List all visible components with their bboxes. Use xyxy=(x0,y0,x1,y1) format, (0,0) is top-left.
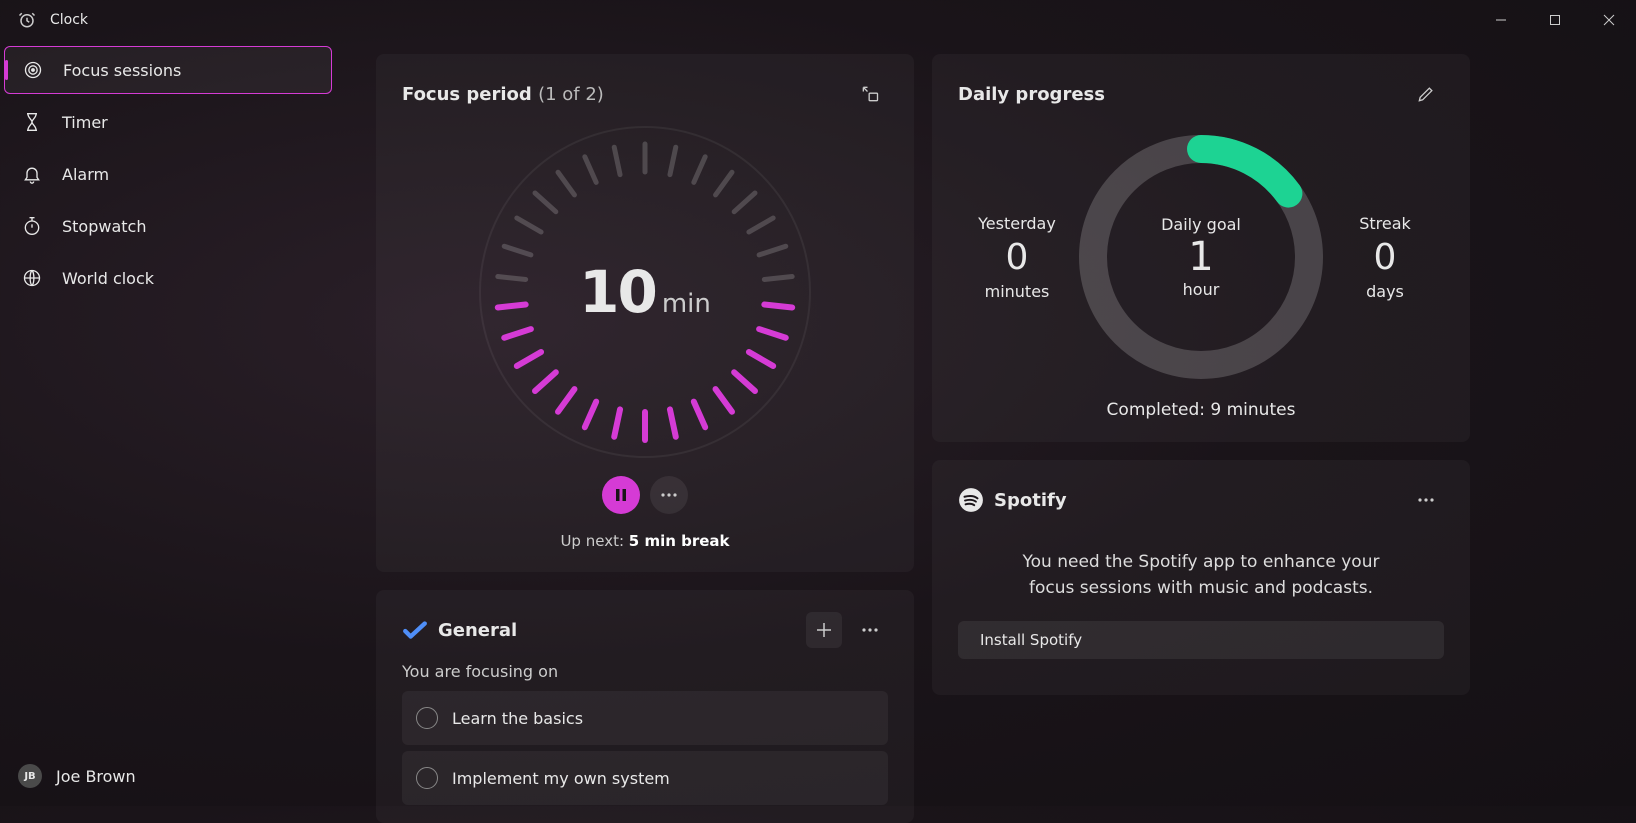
tasks-more-button[interactable] xyxy=(852,612,888,648)
spotify-card: Spotify You need the Spotify app to enha… xyxy=(932,460,1470,695)
more-icon xyxy=(862,628,878,632)
pause-button[interactable] xyxy=(602,476,640,514)
spotify-icon xyxy=(958,487,984,513)
sidebar-item-stopwatch[interactable]: Stopwatch xyxy=(4,202,332,250)
timer-unit: min xyxy=(662,289,711,319)
titlebar: Clock xyxy=(0,0,1636,40)
task-item[interactable]: Learn the basics xyxy=(402,691,888,745)
picture-in-picture-icon xyxy=(860,84,880,104)
avatar: JB xyxy=(18,764,42,788)
timer-dial: 10 min xyxy=(475,122,815,462)
sidebar-item-label: Alarm xyxy=(62,165,109,184)
stopwatch-icon xyxy=(22,216,42,236)
stat-yesterday: Yesterday 0 minutes xyxy=(958,214,1076,301)
more-icon xyxy=(1418,498,1434,502)
maximize-button[interactable] xyxy=(1528,0,1582,40)
add-task-button[interactable] xyxy=(806,612,842,648)
up-next: Up next: 5 min break xyxy=(402,532,888,550)
pencil-icon xyxy=(1416,84,1436,104)
sidebar-item-world-clock[interactable]: World clock xyxy=(4,254,332,302)
spotify-brand: Spotify xyxy=(994,490,1067,511)
focus-period-card: Focus period (1 of 2) 10 min xyxy=(376,54,914,572)
edit-progress-button[interactable] xyxy=(1408,76,1444,112)
pause-icon xyxy=(614,488,628,502)
window-controls xyxy=(1474,0,1636,40)
task-radio[interactable] xyxy=(416,707,438,729)
bell-icon xyxy=(22,164,42,184)
daily-progress-title: Daily progress xyxy=(958,84,1105,105)
main: Focus period (1 of 2) 10 min xyxy=(336,0,1636,806)
task-text: Implement my own system xyxy=(452,769,670,788)
sidebar-item-label: World clock xyxy=(62,269,154,288)
focusing-label: You are focusing on xyxy=(402,662,888,681)
more-options-button[interactable] xyxy=(650,476,688,514)
sidebar-item-focus-sessions[interactable]: Focus sessions xyxy=(4,46,332,94)
sidebar-item-timer[interactable]: Timer xyxy=(4,98,332,146)
sidebar-item-label: Timer xyxy=(62,113,108,132)
task-radio[interactable] xyxy=(416,767,438,789)
close-button[interactable] xyxy=(1582,0,1636,40)
focus-period-title: Focus period (1 of 2) xyxy=(402,84,604,105)
sidebar-item-alarm[interactable]: Alarm xyxy=(4,150,332,198)
task-item[interactable]: Implement my own system xyxy=(402,751,888,805)
app-title: Clock xyxy=(50,12,88,28)
timer-value: 10 xyxy=(579,258,656,326)
clock-app-icon xyxy=(18,11,36,29)
stat-streak: Streak 0 days xyxy=(1326,214,1444,301)
user-footer[interactable]: JB Joe Brown xyxy=(0,746,336,806)
spotify-more-button[interactable] xyxy=(1408,482,1444,518)
hourglass-icon xyxy=(22,112,42,132)
completed-text: Completed: 9 minutes xyxy=(958,400,1444,420)
sidebar-item-label: Focus sessions xyxy=(63,61,181,80)
user-name: Joe Brown xyxy=(56,767,136,786)
daily-progress-card: Daily progress Yesterday 0 minutes xyxy=(932,54,1470,442)
sidebar: Focus sessions Timer Alarm Stopwatch Wor… xyxy=(0,0,336,806)
minimize-button[interactable] xyxy=(1474,0,1528,40)
sidebar-item-label: Stopwatch xyxy=(62,217,146,236)
focus-icon xyxy=(23,60,43,80)
task-text: Learn the basics xyxy=(452,709,583,728)
plus-icon xyxy=(816,622,832,638)
globe-icon xyxy=(22,268,42,288)
progress-ring: Daily goal 1 hour xyxy=(1076,132,1326,382)
focus-compact-button[interactable] xyxy=(852,76,888,112)
spotify-message: You need the Spotify app to enhance your… xyxy=(1011,550,1391,601)
install-spotify-button[interactable]: Install Spotify xyxy=(958,621,1444,659)
tasks-list-name: General xyxy=(438,620,517,641)
titlebar-left: Clock xyxy=(0,11,88,29)
more-icon xyxy=(661,493,677,497)
todo-icon xyxy=(402,617,428,643)
tasks-card: General You are focusing on Learn the ba… xyxy=(376,590,914,823)
